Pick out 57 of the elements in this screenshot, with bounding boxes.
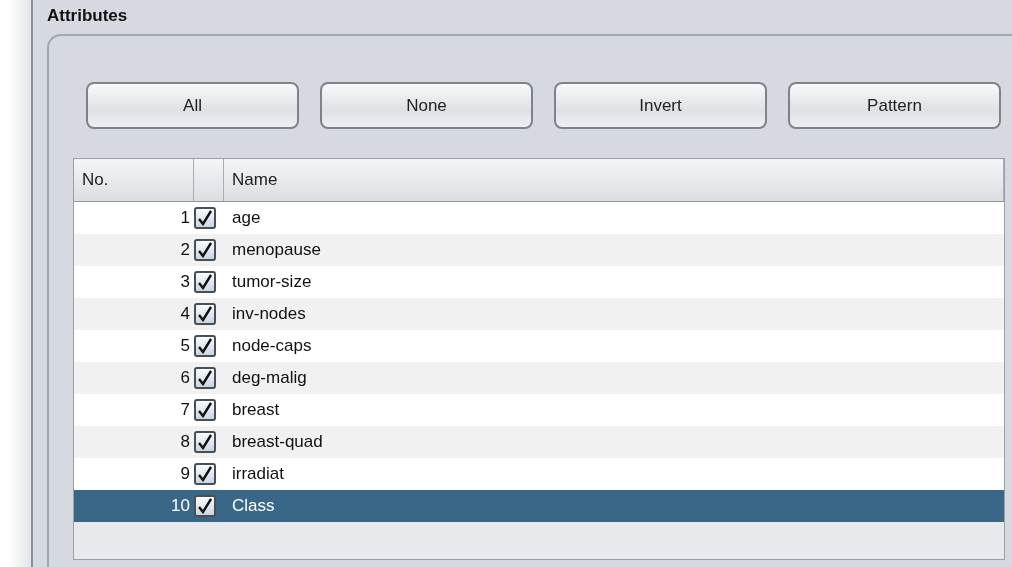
check-icon: [198, 466, 212, 482]
group-title: Attributes: [47, 6, 128, 26]
column-header[interactable]: Name: [224, 159, 1004, 201]
row-number: 5: [179, 336, 191, 356]
attribute-name: node-caps: [231, 336, 313, 356]
check-icon: [198, 370, 212, 386]
table-row[interactable]: 3 tumor-size: [74, 266, 1004, 298]
row-number: 7: [179, 400, 191, 420]
check-icon: [198, 498, 212, 514]
select-button[interactable]: All: [86, 82, 299, 129]
checkbox[interactable]: [194, 335, 216, 357]
checkbox[interactable]: [194, 367, 216, 389]
row-number: 1: [179, 208, 191, 228]
table-row[interactable]: 2 menopause: [74, 234, 1004, 266]
attribute-name: menopause: [231, 240, 322, 260]
checkbox[interactable]: [194, 207, 216, 229]
checkbox[interactable]: [194, 431, 216, 453]
check-icon: [198, 210, 212, 226]
select-button[interactable]: Pattern: [788, 82, 1001, 129]
attribute-name: Class: [231, 496, 276, 516]
row-number: 3: [179, 272, 191, 292]
select-button[interactable]: Invert: [554, 82, 767, 129]
row-number: 8: [179, 432, 191, 452]
row-number: 9: [179, 464, 191, 484]
attribute-name: age: [231, 208, 262, 228]
attribute-name: irradiat: [231, 464, 285, 484]
row-number: 4: [179, 304, 191, 324]
table-row[interactable]: 4 inv-nodes: [74, 298, 1004, 330]
check-icon: [198, 402, 212, 418]
checkbox[interactable]: [194, 399, 216, 421]
table-row[interactable]: 8 breast-quad: [74, 426, 1004, 458]
attribute-name: deg-malig: [231, 368, 308, 388]
row-number: 6: [179, 368, 191, 388]
checkbox[interactable]: [194, 495, 216, 517]
checkbox[interactable]: [194, 239, 216, 261]
table-row[interactable]: 10 Class: [74, 490, 1004, 522]
check-icon: [198, 306, 212, 322]
checkbox[interactable]: [194, 271, 216, 293]
check-icon: [198, 338, 212, 354]
column-header[interactable]: No.: [74, 159, 194, 201]
attribute-name: breast-quad: [231, 432, 324, 452]
table-row[interactable]: 9 irradiat: [74, 458, 1004, 490]
select-button[interactable]: None: [320, 82, 533, 129]
row-number: 10: [170, 496, 191, 516]
checkbox[interactable]: [194, 303, 216, 325]
table-row[interactable]: 6 deg-malig: [74, 362, 1004, 394]
attribute-name: tumor-size: [231, 272, 313, 292]
attribute-name: inv-nodes: [231, 304, 307, 324]
check-icon: [198, 274, 212, 290]
row-number: 2: [179, 240, 191, 260]
check-icon: [198, 434, 212, 450]
check-icon: [198, 242, 212, 258]
table-row[interactable]: 1 age: [74, 202, 1004, 234]
checkbox[interactable]: [194, 463, 216, 485]
table-row[interactable]: 7 breast: [74, 394, 1004, 426]
table-row[interactable]: 5 node-caps: [74, 330, 1004, 362]
attribute-name: breast: [231, 400, 281, 420]
